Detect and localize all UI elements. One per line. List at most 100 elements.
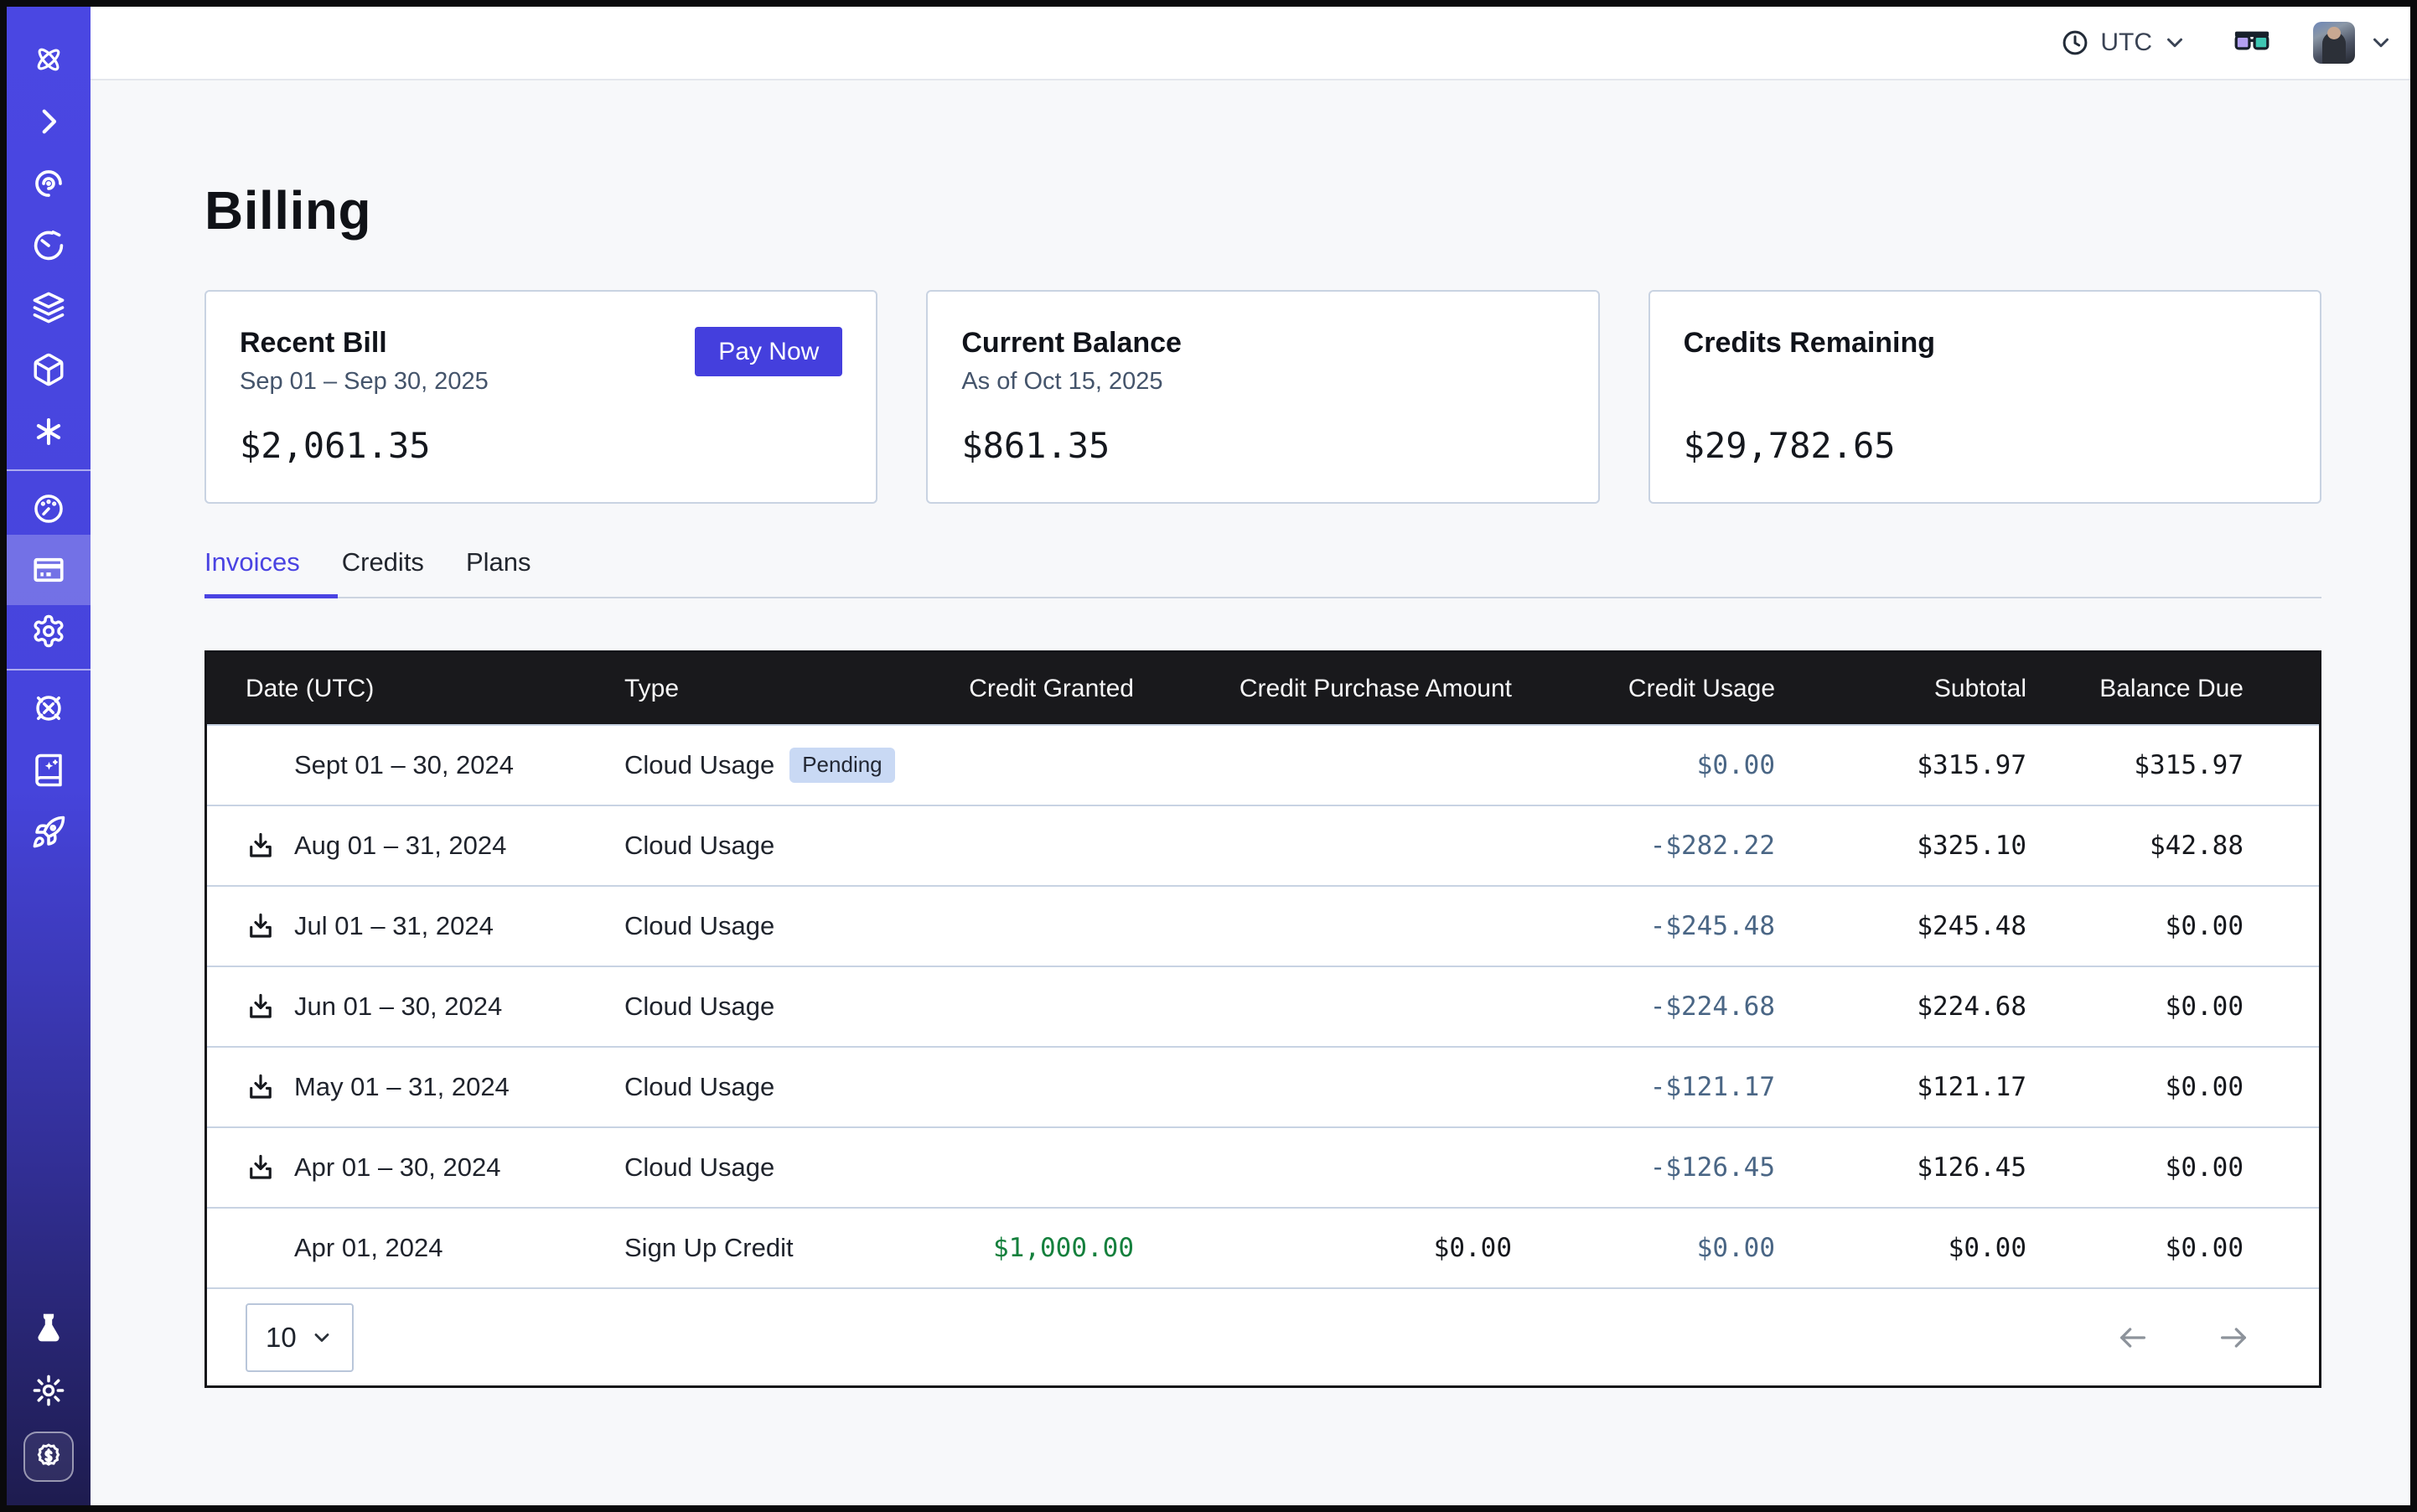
table-row: Jul 01 – 31, 2024 Cloud Usage -$245.48 $… bbox=[207, 885, 2319, 966]
invoice-type: Cloud Usage bbox=[624, 992, 943, 1022]
invoice-date: Apr 01, 2024 bbox=[294, 1233, 443, 1263]
download-invoice-button[interactable] bbox=[246, 1072, 294, 1102]
credit-usage-value: $0.00 bbox=[1529, 750, 1792, 780]
settings-gear-icon[interactable] bbox=[29, 612, 68, 650]
invoice-type: Cloud Usage bbox=[624, 750, 774, 780]
tab-invoices[interactable]: Invoices bbox=[204, 547, 338, 598]
download-icon bbox=[246, 831, 276, 861]
tab-plans[interactable]: Plans bbox=[466, 547, 569, 598]
rocket-icon[interactable] bbox=[29, 813, 68, 852]
invoice-date: May 01 – 31, 2024 bbox=[294, 1072, 510, 1102]
column-header-credit-usage: Credit Usage bbox=[1529, 675, 1792, 703]
sidebar bbox=[7, 7, 91, 1505]
logo-icon[interactable] bbox=[29, 40, 68, 79]
invoice-date: Jul 01 – 31, 2024 bbox=[294, 911, 494, 941]
avatar[interactable] bbox=[2313, 22, 2355, 64]
invoices-table: Date (UTC) Type Credit Granted Credit Pu… bbox=[204, 650, 2321, 1388]
download-invoice-button[interactable] bbox=[246, 1152, 294, 1183]
subtotal-value: $245.48 bbox=[1792, 911, 2043, 941]
subtotal-value: $0.00 bbox=[1792, 1233, 2043, 1263]
timer-icon[interactable] bbox=[29, 226, 68, 265]
credit-purchase-value: $0.00 bbox=[1151, 1233, 1529, 1263]
3d-glasses-icon[interactable] bbox=[2233, 26, 2271, 60]
card-subtitle: As of Oct 15, 2025 bbox=[961, 368, 1182, 400]
sidebar-item-billing[interactable] bbox=[7, 535, 91, 605]
main-area: UTC Billing Recent Bill bbox=[91, 7, 2410, 1505]
table-header: Date (UTC) Type Credit Granted Credit Pu… bbox=[207, 653, 2319, 724]
table-row: Sept 01 – 30, 2024 Cloud Usage Pending $0… bbox=[207, 724, 2319, 805]
download-icon bbox=[246, 1072, 276, 1102]
table-row: May 01 – 31, 2024 Cloud Usage -$121.17 $… bbox=[207, 1046, 2319, 1126]
balance-due-value: $42.88 bbox=[2043, 831, 2319, 861]
card-subtitle bbox=[1684, 368, 1935, 400]
docs-book-icon[interactable] bbox=[29, 751, 68, 790]
credits-remaining-card: Credits Remaining $29,782.65 bbox=[1648, 290, 2321, 504]
download-invoice-button[interactable] bbox=[246, 831, 294, 861]
recent-bill-card: Recent Bill Sep 01 – Sep 30, 2025 Pay No… bbox=[204, 290, 877, 504]
card-title: Recent Bill bbox=[240, 327, 489, 360]
flask-icon[interactable] bbox=[29, 1309, 68, 1348]
credit-granted-value: $1,000.00 bbox=[943, 1233, 1151, 1263]
summary-cards: Recent Bill Sep 01 – Sep 30, 2025 Pay No… bbox=[204, 290, 2321, 504]
cyclone-icon[interactable] bbox=[29, 164, 68, 203]
balance-due-value: $0.00 bbox=[2043, 1233, 2319, 1263]
pay-now-button[interactable]: Pay Now bbox=[695, 327, 842, 376]
tab-credits[interactable]: Credits bbox=[342, 547, 462, 598]
table-pagination: 10 bbox=[207, 1287, 2319, 1385]
invoice-date: Sept 01 – 30, 2024 bbox=[294, 750, 514, 780]
download-icon bbox=[246, 911, 276, 941]
current-balance-card: Current Balance As of Oct 15, 2025 $861.… bbox=[926, 290, 1599, 504]
credit-usage-value: -$282.22 bbox=[1529, 831, 1792, 861]
download-invoice-button[interactable] bbox=[246, 911, 294, 941]
clock-icon bbox=[2060, 28, 2090, 58]
app-window: UTC Billing Recent Bill bbox=[0, 0, 2417, 1512]
credits-coin-icon bbox=[33, 1441, 65, 1473]
balance-due-value: $0.00 bbox=[2043, 992, 2319, 1022]
timezone-label: UTC bbox=[2100, 28, 2152, 57]
subtotal-value: $224.68 bbox=[1792, 992, 2043, 1022]
download-icon bbox=[246, 992, 276, 1022]
download-invoice-button[interactable] bbox=[246, 992, 294, 1022]
subtotal-value: $315.97 bbox=[1792, 750, 2043, 780]
chevron-down-icon[interactable] bbox=[2368, 30, 2394, 55]
column-header-credit-purchase: Credit Purchase Amount bbox=[1151, 675, 1529, 703]
gauge-icon[interactable] bbox=[29, 489, 68, 528]
credit-usage-value: -$121.17 bbox=[1529, 1072, 1792, 1102]
card-title: Credits Remaining bbox=[1684, 327, 1935, 360]
asterisk-icon[interactable] bbox=[29, 412, 68, 451]
card-amount: $2,061.35 bbox=[240, 425, 842, 466]
credit-usage-value: -$126.45 bbox=[1529, 1152, 1792, 1183]
page-size-select[interactable]: 10 bbox=[246, 1303, 354, 1372]
credit-usage-value: -$224.68 bbox=[1529, 992, 1792, 1022]
page-title: Billing bbox=[204, 179, 2321, 241]
topbar: UTC bbox=[91, 7, 2410, 80]
column-header-type: Type bbox=[624, 675, 943, 703]
collapse-chevron-icon[interactable] bbox=[29, 102, 68, 141]
timezone-selector[interactable]: UTC bbox=[2060, 28, 2187, 58]
arrow-right-icon[interactable] bbox=[2213, 1321, 2254, 1354]
invoice-type: Cloud Usage bbox=[624, 911, 943, 941]
layers-icon[interactable] bbox=[29, 288, 68, 327]
card-subtitle: Sep 01 – Sep 30, 2025 bbox=[240, 368, 489, 400]
column-header-date: Date (UTC) bbox=[207, 675, 624, 703]
billing-card-icon bbox=[29, 551, 68, 589]
status-badge: Pending bbox=[789, 748, 894, 783]
cube-icon[interactable] bbox=[29, 350, 68, 389]
subtotal-value: $325.10 bbox=[1792, 831, 2043, 861]
ship-wheel-icon[interactable] bbox=[29, 689, 68, 728]
column-header-balance-due: Balance Due bbox=[2043, 675, 2319, 703]
card-amount: $29,782.65 bbox=[1684, 425, 2286, 466]
billing-tabs: Invoices Credits Plans bbox=[204, 547, 2321, 598]
table-row: Apr 01, 2024 Sign Up Credit $1,000.00 $0… bbox=[207, 1207, 2319, 1287]
table-row: Aug 01 – 31, 2024 Cloud Usage -$282.22 $… bbox=[207, 805, 2319, 885]
credit-usage-value: $0.00 bbox=[1529, 1233, 1792, 1263]
arrow-left-icon[interactable] bbox=[2113, 1321, 2153, 1354]
sun-icon[interactable] bbox=[29, 1371, 68, 1410]
invoice-date: Apr 01 – 30, 2024 bbox=[294, 1152, 500, 1183]
credits-coin-button[interactable] bbox=[23, 1432, 74, 1482]
invoice-date: Aug 01 – 31, 2024 bbox=[294, 831, 506, 861]
invoice-type: Sign Up Credit bbox=[624, 1233, 943, 1263]
chevron-down-icon bbox=[2162, 30, 2187, 55]
card-amount: $861.35 bbox=[961, 425, 1564, 466]
content: Billing Recent Bill Sep 01 – Sep 30, 202… bbox=[91, 80, 2410, 1505]
